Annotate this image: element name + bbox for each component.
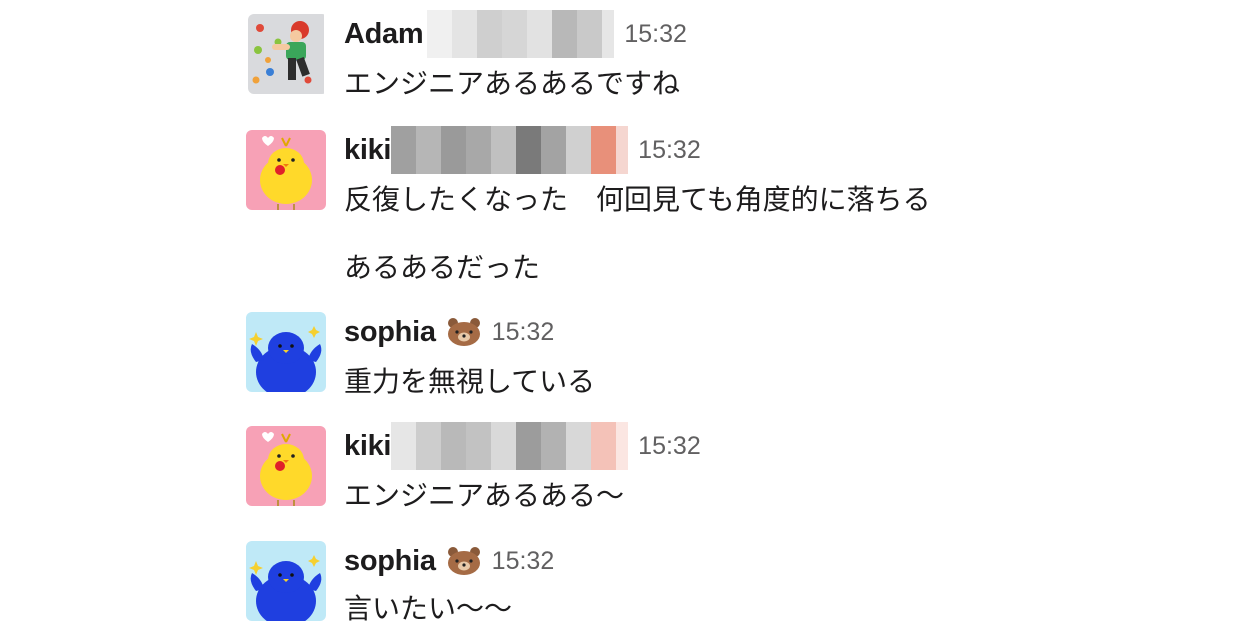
redacted-name	[427, 10, 615, 58]
message-header: kiki 15:32	[344, 422, 701, 470]
message-text: 反復したくなった 何回見ても角度的に落ちる	[344, 183, 931, 216]
username[interactable]: sophia	[344, 545, 436, 578]
message-header: kiki 15:32	[344, 126, 701, 174]
redacted-name	[391, 126, 629, 174]
username[interactable]: kiki	[344, 134, 391, 167]
avatar[interactable]	[246, 130, 326, 210]
username[interactable]: Adam	[344, 18, 424, 51]
timestamp[interactable]: 15:32	[638, 432, 701, 461]
bear-face-icon[interactable]	[446, 317, 482, 347]
climber-avatar-icon	[248, 14, 324, 94]
timestamp[interactable]: 15:32	[638, 136, 701, 165]
message-header: Adam 15:32	[344, 10, 687, 58]
timestamp[interactable]: 15:32	[624, 20, 687, 49]
bear-face-icon[interactable]	[446, 546, 482, 576]
message-text: あるあるだった	[344, 251, 541, 284]
username[interactable]: kiki	[344, 430, 391, 463]
message-text: 言いたい〜〜	[344, 592, 513, 625]
timestamp[interactable]: 15:32	[492, 547, 555, 576]
avatar[interactable]	[246, 312, 326, 392]
avatar[interactable]	[248, 14, 328, 94]
blue-bird-avatar-icon	[246, 312, 326, 392]
message-text: エンジニアあるある〜	[344, 479, 625, 512]
yellow-chick-avatar-icon	[246, 130, 326, 210]
avatar[interactable]	[246, 541, 326, 621]
username[interactable]: sophia	[344, 316, 436, 349]
timestamp[interactable]: 15:32	[492, 318, 555, 347]
avatar[interactable]	[246, 426, 326, 506]
message-text: 重力を無視している	[344, 365, 596, 398]
message-header: sophia 15:32	[344, 541, 554, 581]
message-header: sophia 15:32	[344, 312, 554, 352]
blue-bird-avatar-icon	[246, 541, 326, 621]
redacted-name	[391, 422, 629, 470]
message-text: エンジニアあるあるですね	[344, 67, 681, 100]
yellow-chick-avatar-icon	[246, 426, 326, 506]
